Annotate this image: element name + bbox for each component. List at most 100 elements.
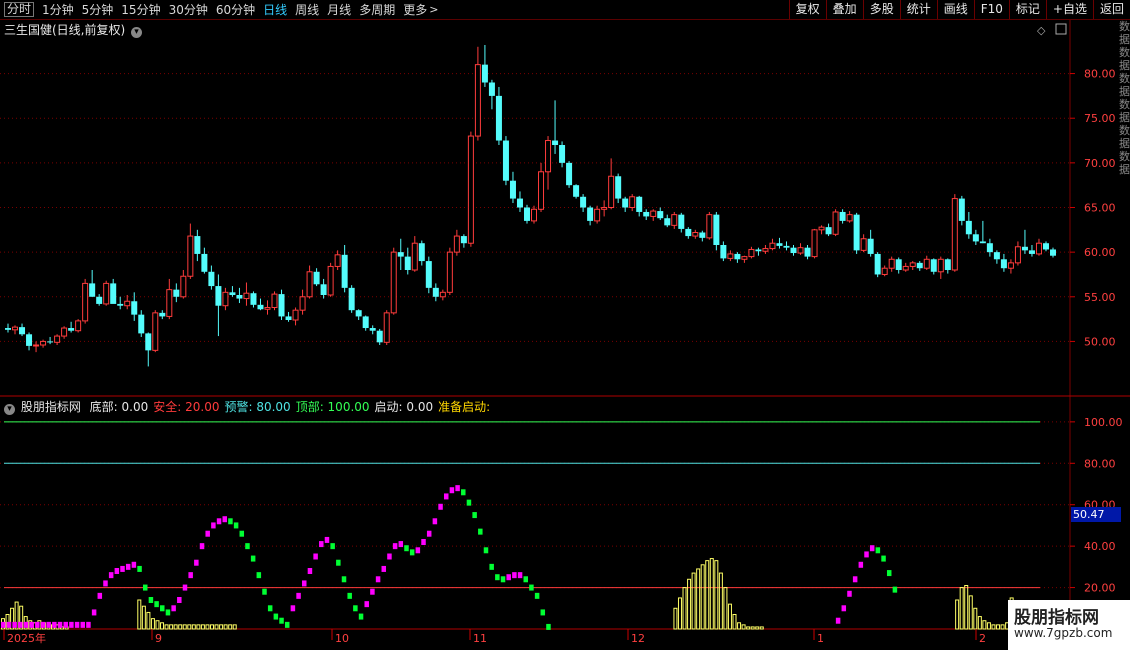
candle-up <box>327 265 334 296</box>
candle-down <box>643 211 650 217</box>
indicator-block <box>341 576 347 583</box>
indicator-block <box>199 543 205 550</box>
yellow-bar <box>746 626 751 630</box>
yellow-bar <box>160 622 165 630</box>
tool-button-6[interactable]: 标记 <box>1008 0 1046 19</box>
yellow-bar <box>173 624 178 630</box>
indicator-block <box>114 568 120 574</box>
period-tab-2[interactable]: 5分钟 <box>82 1 114 18</box>
indicator-block <box>478 528 483 535</box>
indicator-block <box>353 605 358 612</box>
period-tab-0[interactable]: 分时 <box>4 2 35 17</box>
candle-down <box>117 303 124 306</box>
candle-up <box>692 232 699 237</box>
candle-up <box>706 214 713 239</box>
period-tab-8[interactable]: 月线 <box>327 1 351 18</box>
indicator-block <box>398 541 404 548</box>
tool-button-8[interactable]: 返回 <box>1092 0 1130 19</box>
candle-up <box>271 293 278 309</box>
tool-button-5[interactable]: F10 <box>973 0 1009 19</box>
indicator-block <box>171 605 176 612</box>
indicator-block <box>177 597 182 603</box>
candle-up <box>594 208 601 222</box>
indicator-block <box>438 503 443 510</box>
indicator-block <box>358 613 364 620</box>
chevron-down-icon[interactable]: ▾ <box>131 27 143 38</box>
indicator-block <box>120 565 125 572</box>
candle-down <box>236 295 243 299</box>
tool-button-2[interactable]: 多股 <box>862 0 900 19</box>
indicator-block <box>886 570 892 577</box>
candle-up <box>103 282 110 305</box>
period-tab-4[interactable]: 30分钟 <box>169 1 208 18</box>
yellow-bar <box>228 624 233 630</box>
period-tab-6[interactable]: 日线 <box>263 1 287 18</box>
candle-down <box>839 211 846 221</box>
candle-down <box>1000 259 1007 269</box>
candle-down <box>488 82 495 96</box>
indicator-block <box>29 621 34 628</box>
tool-button-7[interactable]: +自选 <box>1045 0 1093 19</box>
candle-up <box>818 226 825 231</box>
candle-up <box>474 64 481 137</box>
period-tab-5[interactable]: 60分钟 <box>216 1 255 18</box>
yellow-bar <box>1000 624 1005 630</box>
candle-up <box>545 140 552 173</box>
top-toolbar: 分时 1分钟 5分钟 15分钟 30分钟 60分钟 日线 周线 月线 多周期 更多 > 复权 叠加 多股统… <box>0 0 1130 20</box>
candle-down <box>1050 249 1056 256</box>
yellow-bar <box>759 626 764 630</box>
right-edge-panel: 数据数据数据数据数据数据 <box>1119 20 1130 176</box>
price-tick-label: 75.00 <box>1084 112 1116 125</box>
tool-button-3[interactable]: 统计 <box>899 0 937 19</box>
yellow-bar <box>705 560 710 630</box>
indicator-block <box>489 563 494 570</box>
period-tab-10[interactable]: 更多 <box>403 1 427 18</box>
candle-up <box>762 248 769 252</box>
indicator-block <box>461 489 466 496</box>
candle-down <box>320 284 327 295</box>
candle-up <box>769 242 776 250</box>
yellow-bar <box>982 620 987 630</box>
chevron-right-icon[interactable]: > <box>429 3 438 16</box>
yellow-bar <box>727 603 732 630</box>
candle-up <box>383 312 390 343</box>
candle-up <box>243 292 250 300</box>
candle-up <box>306 271 313 298</box>
tool-buttons: 复权 叠加 多股 统计 画线 F10 标记 +自选 返回 <box>788 0 1130 19</box>
candle-down <box>516 198 523 208</box>
chevron-down-icon[interactable]: ▾ <box>4 404 15 415</box>
indicator-block <box>426 530 432 537</box>
candle-down <box>1021 246 1028 251</box>
current-value-label: 50.47 <box>1071 507 1121 522</box>
candle-down <box>355 310 362 317</box>
yellow-bar <box>223 624 228 630</box>
candle-down <box>622 198 629 208</box>
candle-up <box>187 235 194 277</box>
price-tick-label: 65.00 <box>1084 202 1116 215</box>
indicator-block <box>125 563 131 570</box>
candle-up <box>748 248 755 258</box>
tool-button-1[interactable]: 叠加 <box>825 0 863 19</box>
tool-button-4[interactable]: 画线 <box>936 0 974 19</box>
price-tick-label: 80.00 <box>1084 68 1116 81</box>
period-tab-9[interactable]: 多周期 <box>359 1 395 18</box>
candle-down <box>587 207 594 221</box>
candle-down <box>979 241 986 244</box>
indicator-block <box>892 586 898 593</box>
indicator-tick-label: 80.00 <box>1084 457 1116 470</box>
yellow-bar <box>232 624 237 630</box>
period-tab-7[interactable]: 周线 <box>295 1 319 18</box>
candle-up <box>152 312 159 351</box>
indicator-block <box>500 576 506 583</box>
period-tab-3[interactable]: 15分钟 <box>121 1 160 18</box>
date-tick-label: 11 <box>473 632 487 645</box>
candle-down <box>993 252 1000 260</box>
tool-button-0[interactable]: 复权 <box>788 0 826 19</box>
candle-down <box>173 289 180 297</box>
candle-up <box>222 291 229 307</box>
period-tab-1[interactable]: 1分钟 <box>42 1 74 18</box>
indicator-block <box>142 584 148 591</box>
candle-down <box>26 334 33 346</box>
yellow-bar <box>178 624 183 630</box>
candle-up <box>531 208 538 222</box>
